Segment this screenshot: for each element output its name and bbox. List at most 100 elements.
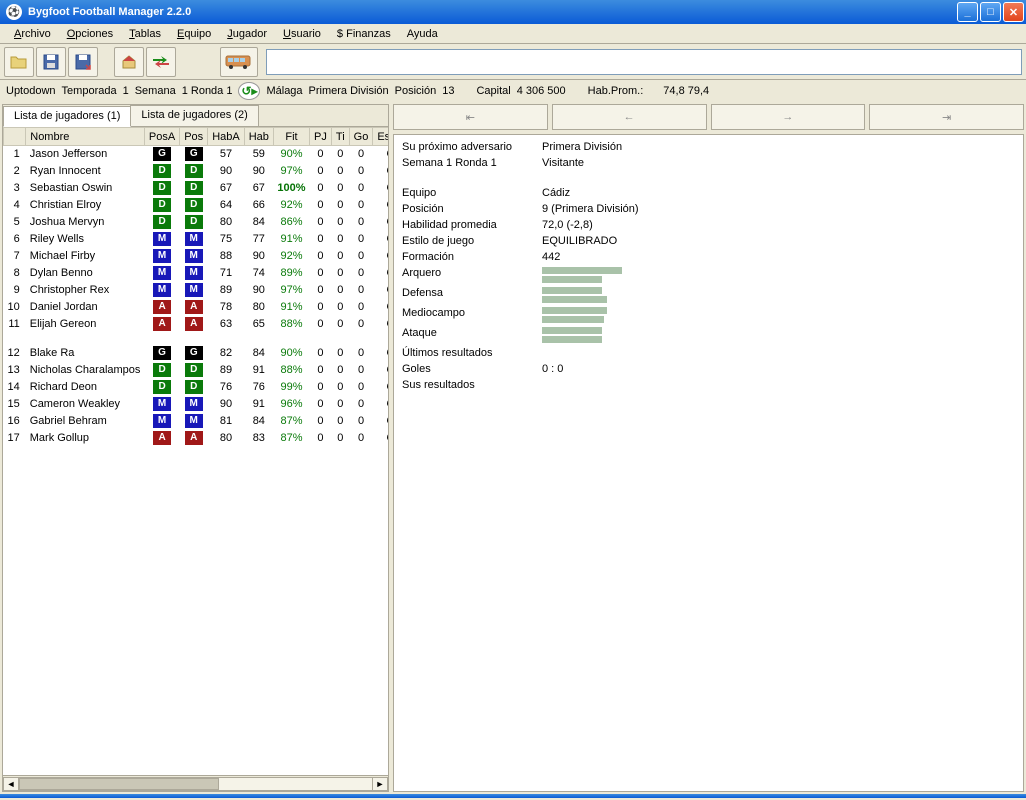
player-row[interactable]: 6Riley Wells M M 7577 91% 000 OK24 (4, 231, 389, 248)
next-opponent-label: Su próximo adversario (402, 141, 522, 153)
menu-tablas[interactable]: Tablas (121, 26, 169, 42)
menu-finanzas[interactable]: $ Finanzas (329, 26, 399, 42)
player-row[interactable]: 1Jason Jefferson G G 5759 90% 000 OK25 (4, 146, 389, 163)
equipo-label: Equipo (402, 187, 522, 199)
status-semana-value: 1 Ronda 1 (182, 85, 233, 97)
left-pane: Lista de jugadores (1) Lista de jugadore… (2, 104, 389, 792)
col-nombre[interactable]: Nombre (26, 128, 145, 146)
bus-button[interactable] (220, 47, 258, 77)
hab-label: Habilidad promedia (402, 219, 522, 231)
menu-jugador[interactable]: Jugador (219, 26, 275, 42)
nav-prev[interactable]: ← (552, 104, 707, 130)
hscroll[interactable]: ◄ ► (3, 775, 388, 791)
mediocampo-bars (542, 307, 1015, 323)
titlebar: ⚽ Bygfoot Football Manager 2.2.0 _ □ ✕ (0, 0, 1026, 24)
player-row[interactable]: 11Elijah Gereon A A 6365 88% 000 OK23 (4, 316, 389, 333)
status-uptodown: Uptodown (6, 85, 56, 97)
tab-players-2[interactable]: Lista de jugadores (2) (130, 105, 258, 126)
defensa-label: Defensa (402, 287, 522, 303)
col-pos[interactable]: Pos (180, 128, 208, 146)
status-temporada-value: 1 (123, 85, 129, 97)
player-table: Nombre PosA Pos HabA Hab Fit PJ Ti Go Es… (3, 127, 388, 447)
player-row[interactable]: 17Mark Gollup A A 8083 87% 000 OK31 (4, 430, 389, 447)
tab-players-1[interactable]: Lista de jugadores (1) (3, 106, 131, 127)
next-opponent-value: Primera División (542, 141, 1015, 153)
estilo-value: EQUILIBRADO (542, 235, 1015, 247)
player-row[interactable]: 12Blake Ra G G 8284 90% 000 OK30 (4, 345, 389, 362)
nav-first[interactable]: ⇤ (393, 104, 548, 130)
player-row[interactable]: 9Christopher Rex M M 8990 97% 000 OK29 (4, 282, 389, 299)
status-team: Málaga (266, 85, 302, 97)
menu-ayuda[interactable]: Ayuda (399, 26, 446, 42)
player-row[interactable]: 7Michael Firby M M 8890 92% 000 OK31 (4, 248, 389, 265)
player-row[interactable]: 16Gabriel Behram M M 8184 87% 000 OK29 (4, 413, 389, 430)
saveas-button[interactable] (68, 47, 98, 77)
col-fit[interactable]: Fit (273, 128, 309, 146)
toolbar-field[interactable] (266, 49, 1022, 75)
player-tabs: Lista de jugadores (1) Lista de jugadore… (3, 105, 388, 127)
col-n[interactable] (4, 128, 26, 146)
taskbar (0, 794, 1026, 798)
scroll-right-icon[interactable]: ► (372, 777, 388, 791)
menubar: Archivo Opciones Tablas Equipo Jugador U… (0, 24, 1026, 44)
maximize-button[interactable]: □ (980, 2, 1001, 22)
mediocampo-label: Mediocampo (402, 307, 522, 323)
status-capital-value: 4 306 500 (517, 85, 566, 97)
col-estado[interactable]: Estado (373, 128, 388, 146)
col-ti[interactable]: Ti (331, 128, 349, 146)
play-icon[interactable]: ↺▸ (238, 82, 260, 100)
estilo-label: Estilo de juego (402, 235, 522, 247)
col-haba[interactable]: HabA (208, 128, 245, 146)
goles-value: 0 : 0 (542, 363, 1015, 375)
player-row[interactable]: 10Daniel Jordan A A 7880 91% 000 OK25 (4, 299, 389, 316)
status-division: Primera División (309, 85, 389, 97)
col-posa[interactable]: PosA (144, 128, 179, 146)
nav-next[interactable]: → (711, 104, 866, 130)
status-temporada-label: Temporada (62, 85, 117, 97)
scroll-left-icon[interactable]: ◄ (3, 777, 19, 791)
player-row[interactable]: 4Christian Elroy D D 6466 92% 000 OK24 (4, 197, 389, 214)
col-go[interactable]: Go (349, 128, 373, 146)
player-row[interactable]: 2Ryan Innocent D D 9090 97% 000 OK27 (4, 163, 389, 180)
menu-usuario[interactable]: Usuario (275, 26, 329, 42)
player-row[interactable]: 5Joshua Mervyn D D 8084 86% 000 OK25 (4, 214, 389, 231)
player-row[interactable]: 14Richard Deon D D 7676 99% 000 OK24 (4, 379, 389, 396)
player-row[interactable]: 13Nicholas Charalampos D D 8991 88% 000 … (4, 362, 389, 379)
ataque-bars (542, 327, 1015, 343)
close-button[interactable]: ✕ (1003, 2, 1024, 22)
menu-equipo[interactable]: Equipo (169, 26, 219, 42)
transfer-button[interactable] (146, 47, 176, 77)
resultados-label: Sus resultados (402, 379, 1015, 391)
save-button[interactable] (36, 47, 66, 77)
col-pj[interactable]: PJ (310, 128, 332, 146)
posicion-label: Posición (402, 203, 522, 215)
defensa-bars (542, 287, 1015, 303)
formacion-label: Formación (402, 251, 522, 263)
player-row[interactable]: 15Cameron Weakley M M 9091 96% 000 OK32 (4, 396, 389, 413)
ultimos-label: Últimos resultados (402, 347, 1015, 359)
hab-value: 72,0 (-2,8) (542, 219, 1015, 231)
nav-last[interactable]: ⇥ (869, 104, 1024, 130)
scroll-thumb[interactable] (19, 778, 219, 790)
arquero-label: Arquero (402, 267, 522, 283)
player-row[interactable]: 8Dylan Benno M M 7174 89% 000 OK22 (4, 265, 389, 282)
window-title: Bygfoot Football Manager 2.2.0 (26, 6, 955, 18)
goles-label: Goles (402, 363, 522, 375)
arquero-bars (542, 267, 1015, 283)
status-capital-label: Capital (476, 85, 510, 97)
col-hab[interactable]: Hab (244, 128, 273, 146)
menu-archivo[interactable]: Archivo (6, 26, 59, 42)
posicion-value: 9 (Primera División) (542, 203, 1015, 215)
minimize-button[interactable]: _ (957, 2, 978, 22)
open-button[interactable] (4, 47, 34, 77)
status-hab-value: 74,8 79,4 (663, 85, 709, 97)
right-pane: ⇤ ← → ⇥ Su próximo adversario Primera Di… (393, 104, 1024, 792)
status-posicion-label: Posición (395, 85, 437, 97)
ataque-label: Ataque (402, 327, 522, 343)
round-value: Visitante (542, 157, 1015, 169)
home-button[interactable] (114, 47, 144, 77)
opponent-panel: Su próximo adversario Primera División S… (393, 134, 1024, 792)
menu-opciones[interactable]: Opciones (59, 26, 121, 42)
player-row[interactable]: 3Sebastian Oswin D D 6767 100% 000 OK21 (4, 180, 389, 197)
nav-buttons: ⇤ ← → ⇥ (393, 104, 1024, 130)
